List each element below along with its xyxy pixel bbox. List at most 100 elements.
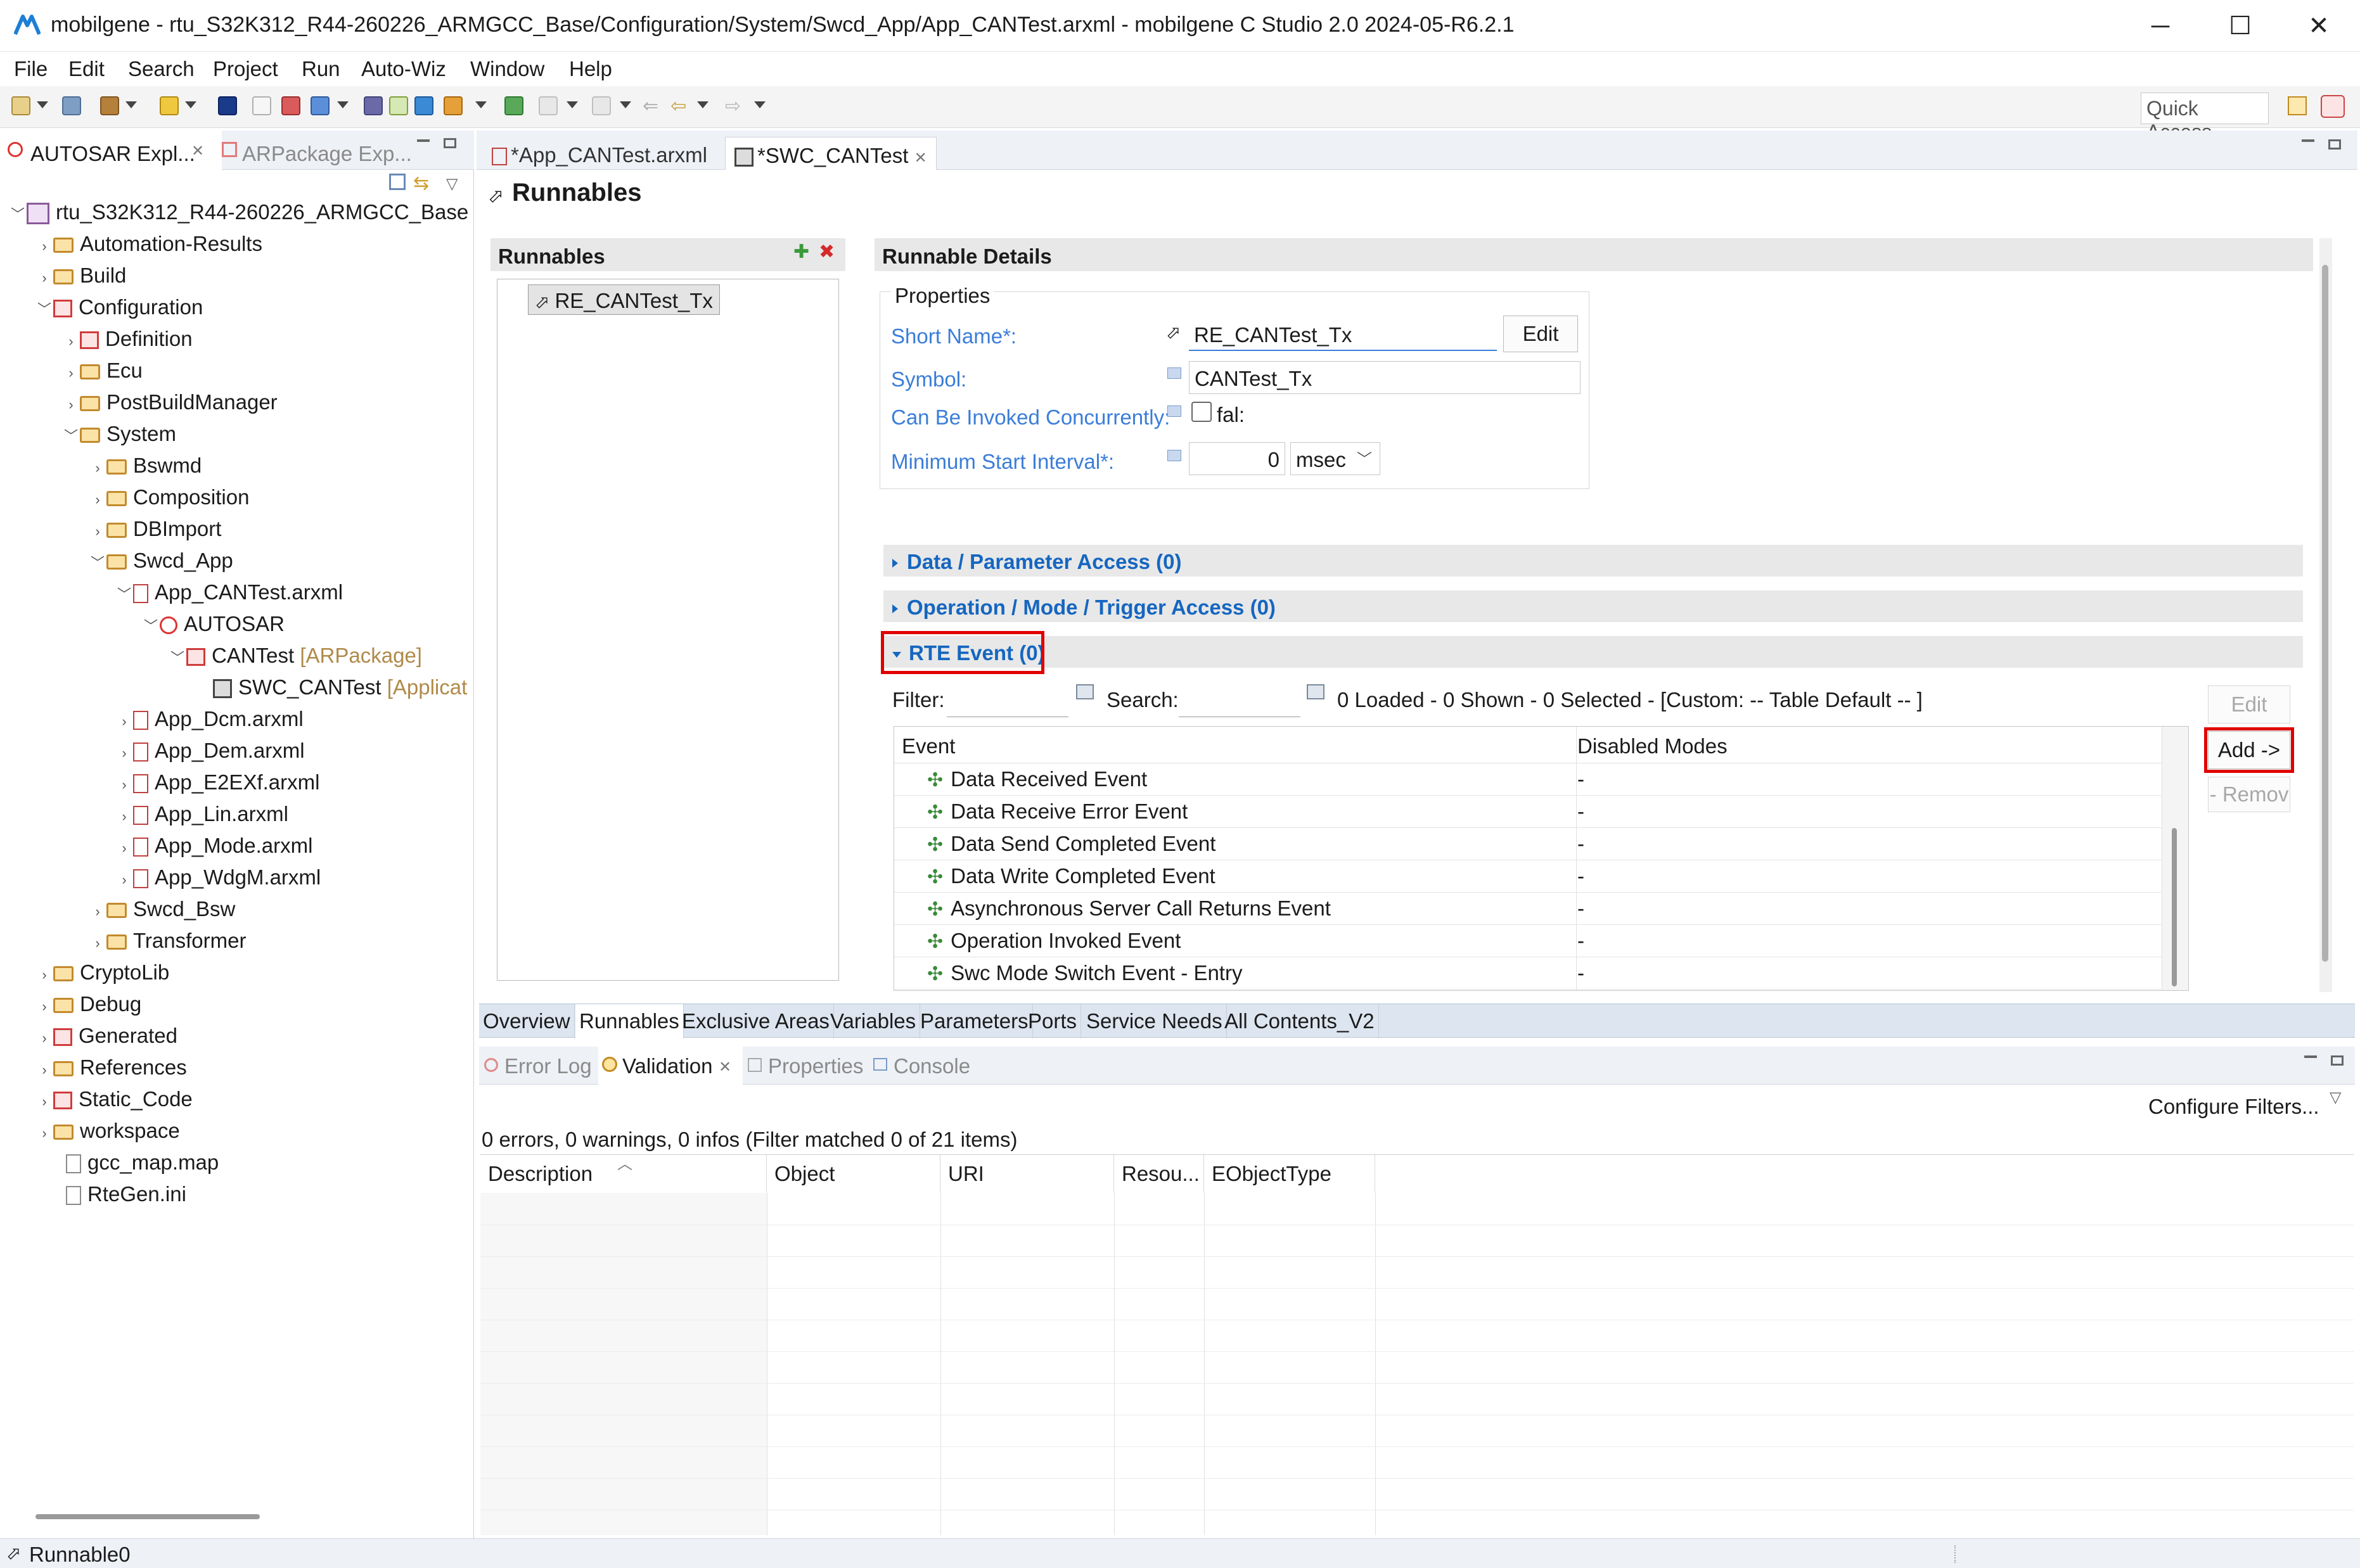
column-resource[interactable]: Resou... (1114, 1155, 1204, 1193)
concurrent-checkbox[interactable] (1191, 402, 1212, 422)
remove-event-button[interactable]: - Remov (2208, 777, 2290, 812)
tree-item-debug[interactable]: › Debug (0, 988, 474, 1020)
maximize-editor-icon[interactable] (2328, 139, 2341, 150)
tree-item-workspace[interactable]: › workspace (0, 1115, 474, 1147)
chevron-down-icon[interactable]: ﹀ (9, 199, 27, 231)
chart-icon[interactable] (281, 96, 300, 115)
tree-item-definition[interactable]: › Definition (0, 323, 474, 355)
edit-short-name-button[interactable]: Edit (1503, 316, 1578, 352)
tree-item-build[interactable]: › Build (0, 260, 474, 291)
collapse-all-icon[interactable] (389, 174, 406, 190)
chevron-down-icon[interactable]: ﹀ (62, 421, 80, 452)
table-row[interactable]: ✣ Swc Mode Switch Event - Entry - (894, 957, 2188, 990)
menu-edit[interactable]: Edit (68, 57, 105, 81)
tree-item-bswmd[interactable]: › Bswmd (0, 450, 474, 481)
menu-help[interactable]: Help (569, 57, 612, 81)
page-tab-parameters[interactable]: Parameters (916, 1004, 1033, 1038)
view-menu-icon[interactable]: ▽ (2330, 1088, 2341, 1107)
tree-item-swc-cantest[interactable]: SWC_CANTest [Applicat (0, 672, 474, 703)
menu-file[interactable]: File (14, 57, 48, 81)
annotation-icon[interactable] (592, 96, 611, 115)
tree-item-app-cantest[interactable]: ﹀ App_CANTest.arxml (0, 577, 474, 608)
list-item[interactable]: ⬀ RE_CANTest_Tx (528, 284, 720, 315)
column-object[interactable]: Object (767, 1155, 940, 1193)
data-parameter-access-section[interactable]: Data / Parameter Access (0) (883, 545, 2303, 577)
new-icon[interactable] (11, 96, 30, 115)
chevron-right-icon[interactable]: › (35, 991, 53, 1023)
page-tab-all-contents[interactable]: All Contents_V2 (1221, 1004, 1379, 1038)
new-dropdown-icon[interactable] (37, 101, 48, 108)
quick-access-input[interactable]: Quick Access (2141, 92, 2269, 143)
symbol-input[interactable]: CANTest_Tx (1189, 361, 1581, 394)
close-icon[interactable]: ✕ (719, 1058, 731, 1076)
chevron-right-icon[interactable]: › (35, 1054, 53, 1086)
page-tab-exclusive-areas[interactable]: Exclusive Areas (678, 1004, 834, 1038)
table-row[interactable]: ✣ Operation Invoked Event - (894, 925, 2188, 957)
page-tab-overview[interactable]: Overview (479, 1004, 575, 1038)
tree-item-gcc-map[interactable]: gcc_map.map (0, 1147, 474, 1178)
clear-search-icon[interactable] (1307, 684, 1324, 699)
table-row[interactable]: ✣ Data Received Event - (894, 763, 2188, 796)
forward-dropdown-icon[interactable] (754, 101, 766, 108)
close-button[interactable]: ✕ (2284, 0, 2354, 52)
edit-event-button[interactable]: Edit (2208, 685, 2290, 723)
chevron-down-icon[interactable]: ﹀ (89, 547, 106, 579)
menu-project[interactable]: Project (213, 57, 278, 81)
tree-item-cryptolib[interactable]: › CryptoLib (0, 957, 474, 988)
column-uri[interactable]: URI (940, 1155, 1114, 1193)
wizard-icon[interactable] (160, 96, 179, 115)
remove-runnable-icon[interactable]: ✖ (819, 241, 835, 263)
min-interval-input[interactable]: 0 (1189, 442, 1285, 475)
maximize-view-icon[interactable] (444, 138, 456, 148)
tree-item-postbuildmanager[interactable]: › PostBuildManager (0, 386, 474, 418)
min-interval-unit-select[interactable]: msec ﹀ (1290, 442, 1380, 475)
tree-item-transformer[interactable]: › Transformer (0, 925, 474, 957)
chevron-down-icon[interactable]: ﹀ (142, 611, 160, 642)
tree-item-composition[interactable]: › Composition (0, 481, 474, 513)
view-menu-icon[interactable]: ▽ (446, 175, 458, 193)
tree-item-system[interactable]: ﹀ System (0, 418, 474, 450)
tree-item-app-wdgm[interactable]: › App_WdgM.arxml (0, 862, 474, 893)
search-input[interactable] (1179, 683, 1300, 717)
tab-app-cantest-arxml[interactable]: *App_CANTest.arxml (483, 137, 716, 170)
chevron-right-icon[interactable]: › (35, 1118, 53, 1149)
filter-input[interactable] (947, 683, 1068, 717)
page-tab-service-needs[interactable]: Service Needs (1082, 1004, 1227, 1038)
table-row[interactable]: ✣ Data Send Completed Event - (894, 828, 2188, 860)
back-edit-icon[interactable]: ⇐ (643, 95, 658, 117)
import-icon[interactable] (311, 96, 330, 115)
chevron-down-icon[interactable]: ﹀ (169, 642, 186, 674)
chevron-right-icon[interactable]: › (35, 262, 53, 294)
tree-item-static-code[interactable]: › Static_Code (0, 1083, 474, 1115)
menu-auto-wiz[interactable]: Auto-Wiz (361, 57, 446, 81)
maximize-button[interactable]: ☐ (2205, 0, 2275, 52)
table-icon[interactable] (364, 96, 383, 115)
chevron-down-icon[interactable]: ﹀ (35, 294, 53, 326)
pin-dropdown-icon[interactable] (567, 101, 578, 108)
chevron-right-icon[interactable]: › (115, 864, 133, 896)
chevron-right-icon[interactable]: › (62, 326, 80, 357)
horizontal-scrollbar[interactable] (35, 1514, 260, 1519)
operation-mode-trigger-section[interactable]: Operation / Mode / Trigger Access (0) (883, 590, 2303, 622)
menu-window[interactable]: Window (470, 57, 544, 81)
chevron-right-icon[interactable]: › (115, 832, 133, 864)
tree-item-project[interactable]: ﹀ rtu_S32K312_R44-260226_ARMGCC_Base (0, 196, 474, 228)
page-tab-ports[interactable]: Ports (1024, 1004, 1082, 1038)
tree-item-generated[interactable]: › Generated (0, 1020, 474, 1052)
chevron-right-icon[interactable]: › (89, 896, 106, 927)
autosar-perspective-icon[interactable] (2321, 95, 2345, 118)
column-eobjecttype[interactable]: EObjectType (1204, 1155, 1375, 1193)
chevron-right-icon[interactable]: › (115, 737, 133, 769)
table-row[interactable]: ✣ Data Write Completed Event - (894, 860, 2188, 893)
build-icon[interactable] (100, 96, 119, 115)
minimize-panel-icon[interactable] (2304, 1055, 2317, 1058)
chevron-right-icon[interactable]: › (115, 801, 133, 832)
menu-search[interactable]: Search (128, 57, 195, 81)
tab-properties[interactable]: Properties (768, 1054, 863, 1078)
minimize-view-icon[interactable] (417, 139, 430, 142)
tree-item-references[interactable]: › References (0, 1052, 474, 1083)
chevron-right-icon[interactable]: › (89, 484, 106, 516)
page-tab-variables[interactable]: Variables (826, 1004, 921, 1038)
column-event[interactable]: Event (902, 734, 955, 758)
back-dropdown-icon[interactable] (697, 101, 709, 108)
